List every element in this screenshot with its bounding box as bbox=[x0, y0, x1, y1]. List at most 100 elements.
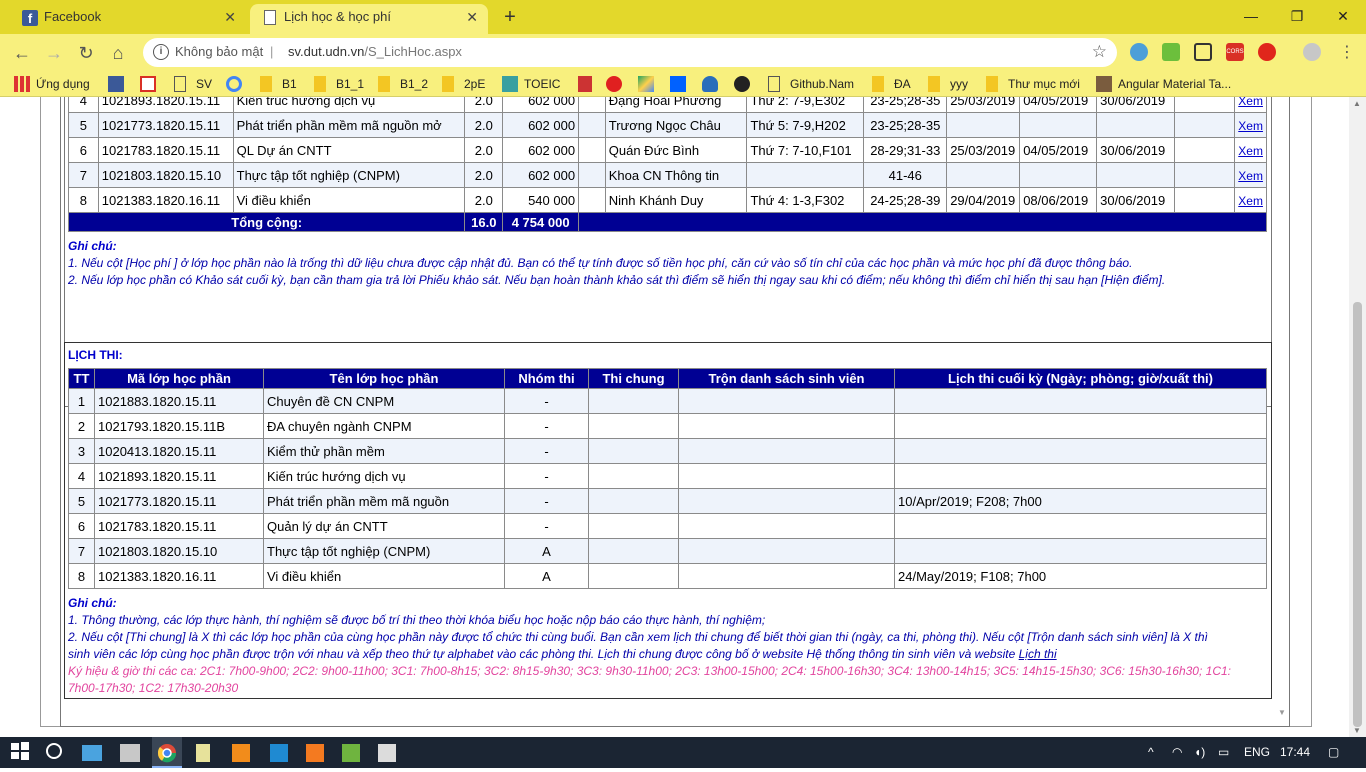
bookmark-cloud[interactable] bbox=[702, 75, 718, 93]
cors-extension-icon[interactable]: CORS bbox=[1226, 43, 1244, 61]
bookmark-apps[interactable]: Ứng dụng bbox=[14, 75, 90, 93]
cast-icon[interactable] bbox=[1194, 43, 1212, 61]
notepad-icon[interactable] bbox=[196, 744, 210, 762]
adblock-icon[interactable] bbox=[1258, 43, 1276, 61]
new-tab-button[interactable]: + bbox=[498, 4, 522, 30]
bookmark-2pe[interactable]: 2pE bbox=[442, 75, 485, 93]
notifications-icon[interactable]: ▢ bbox=[1328, 745, 1339, 759]
cell-weeks: 24-25;28-39 bbox=[863, 187, 948, 213]
pen-extension-icon[interactable] bbox=[1162, 43, 1180, 61]
scrollbar-thumb[interactable] bbox=[1353, 302, 1362, 727]
photos-app-icon[interactable] bbox=[378, 744, 396, 762]
windows-start-icon[interactable] bbox=[10, 741, 34, 763]
cell-weeks: 23-25;28-35 bbox=[863, 112, 948, 138]
bookmark-gmail[interactable] bbox=[140, 75, 158, 93]
bookmark-yyy[interactable]: yyy bbox=[928, 75, 968, 93]
cell-common bbox=[588, 513, 679, 539]
xampp-icon[interactable] bbox=[306, 744, 324, 762]
view-link[interactable]: Xem bbox=[1238, 144, 1263, 158]
bookmark-label: Github.Nam bbox=[790, 77, 855, 91]
back-button[interactable]: ← bbox=[9, 40, 35, 66]
battery-icon[interactable]: ▭ bbox=[1218, 745, 1229, 759]
cell-teacher: Trương Ngọc Châu bbox=[604, 112, 748, 138]
note-2: 2. Nếu lớp học phần có Khảo sát cuối kỳ,… bbox=[68, 273, 1166, 287]
tab-lich-hoc[interactable]: Lịch học & học phí ✕ bbox=[250, 4, 488, 34]
bookmark-thu-muc-moi[interactable]: Thư mục mới bbox=[986, 75, 1080, 93]
volume-icon[interactable]: ◖) bbox=[1194, 745, 1205, 759]
view-link[interactable]: Xem bbox=[1238, 169, 1263, 183]
cell-code: 1021773.1820.15.11 bbox=[94, 488, 264, 514]
gmail-icon bbox=[140, 76, 156, 92]
exam-row: 2 1021793.1820.15.11B ĐA chuyên ngành CNPM… bbox=[68, 413, 1267, 439]
cell-fee: 602 000 bbox=[502, 97, 580, 113]
bookmark-drive[interactable] bbox=[638, 75, 654, 93]
close-window-button[interactable]: ✕ bbox=[1320, 2, 1366, 30]
info-icon[interactable]: i bbox=[153, 44, 169, 60]
bookmark-github[interactable] bbox=[734, 75, 750, 93]
note-1: 1. Nếu cột [Học phí ] ở lớp học phần nào… bbox=[68, 256, 1133, 270]
bookmark-label: Thư mục mới bbox=[1008, 77, 1080, 91]
page-scrollbar[interactable]: ▲ ▼ bbox=[1349, 97, 1366, 737]
view-link[interactable]: Xem bbox=[1238, 194, 1263, 208]
bookmark-b1[interactable]: B1 bbox=[260, 75, 297, 93]
chevron-up-icon[interactable]: ^ bbox=[1148, 745, 1154, 759]
scroll-up-arrow[interactable]: ▲ bbox=[1353, 99, 1361, 108]
language-indicator[interactable]: ENG bbox=[1244, 745, 1270, 759]
forward-button[interactable]: → bbox=[41, 40, 67, 66]
close-icon[interactable]: ✕ bbox=[224, 4, 236, 30]
inner-scrollbar[interactable]: ▼ bbox=[1274, 97, 1290, 717]
network-app-icon[interactable] bbox=[120, 744, 140, 762]
cell-code: 1020413.1820.15.11 bbox=[94, 438, 264, 464]
cell-time: Thứ 7: 7-10,F101 bbox=[746, 137, 865, 163]
bookmark-toeic[interactable]: TOEIC bbox=[502, 75, 560, 93]
cell-code: 1021383.1820.16.11 bbox=[97, 187, 234, 213]
view-link[interactable]: Xem bbox=[1238, 119, 1263, 133]
bookmark-github-nam[interactable]: Github.Nam bbox=[768, 75, 854, 93]
total-label: Tổng cộng: bbox=[67, 212, 466, 232]
bookmark-facebook[interactable] bbox=[108, 75, 126, 93]
bookmark-da[interactable]: ĐA bbox=[872, 75, 911, 93]
bookmark-angular[interactable]: Angular Material Ta... bbox=[1096, 75, 1231, 93]
maximize-button[interactable]: ❐ bbox=[1274, 2, 1320, 30]
facebook-icon: f bbox=[22, 10, 38, 26]
view-link[interactable]: Xem bbox=[1238, 97, 1263, 108]
bookmark-google[interactable] bbox=[226, 75, 244, 93]
bookmark-dropbox[interactable] bbox=[670, 75, 686, 93]
page-icon bbox=[264, 10, 276, 25]
search-icon[interactable] bbox=[44, 741, 68, 763]
bookmark-m[interactable] bbox=[606, 75, 622, 93]
vscode-icon[interactable] bbox=[270, 744, 288, 762]
reload-button[interactable]: ↻ bbox=[73, 40, 99, 66]
cloud-icon bbox=[702, 76, 718, 92]
menu-icon[interactable]: ⋮ bbox=[1334, 40, 1360, 66]
close-icon[interactable]: ✕ bbox=[466, 4, 478, 30]
bookmark-cambridge[interactable] bbox=[578, 75, 594, 93]
bookmark-b1-2[interactable]: B1_2 bbox=[378, 75, 428, 93]
star-icon[interactable]: ☆ bbox=[1092, 42, 1107, 62]
cell-name: Quản lý dự án CNTT bbox=[263, 513, 505, 539]
scroll-down-arrow[interactable]: ▼ bbox=[1278, 708, 1286, 717]
chrome-taskbar-icon[interactable] bbox=[152, 737, 182, 768]
bookmark-label: Angular Material Ta... bbox=[1118, 77, 1232, 91]
empty-cell bbox=[578, 112, 606, 138]
folder-icon bbox=[986, 76, 998, 92]
tab-facebook[interactable]: f Facebook ✕ bbox=[10, 4, 246, 34]
cell-schedule: 24/May/2019; F108; 7h00 bbox=[894, 563, 1267, 589]
address-bar[interactable]: i Không bảo mật | sv.dut.udn.vn/S_LichHo… bbox=[143, 38, 1117, 67]
clock[interactable]: 17:44 bbox=[1280, 745, 1310, 759]
lich-thi-link[interactable]: Lịch thi bbox=[1019, 647, 1057, 661]
computer-icon[interactable] bbox=[82, 745, 102, 761]
wifi-icon[interactable]: ◠ bbox=[1172, 745, 1182, 759]
profile-avatar[interactable] bbox=[1303, 43, 1321, 61]
bookmark-b1-1[interactable]: B1_1 bbox=[314, 75, 364, 93]
scroll-down-arrow[interactable]: ▼ bbox=[1353, 726, 1361, 735]
cell-common bbox=[588, 563, 679, 589]
cell-common bbox=[588, 463, 679, 489]
page-icon bbox=[768, 76, 780, 92]
cloud-extension-icon[interactable] bbox=[1130, 43, 1148, 61]
bookmark-sv[interactable]: SV bbox=[174, 75, 212, 93]
layers-app-icon[interactable] bbox=[342, 744, 360, 762]
home-button[interactable]: ⌂ bbox=[105, 40, 131, 66]
sublime-icon[interactable] bbox=[232, 744, 250, 762]
minimize-button[interactable]: — bbox=[1228, 2, 1274, 30]
